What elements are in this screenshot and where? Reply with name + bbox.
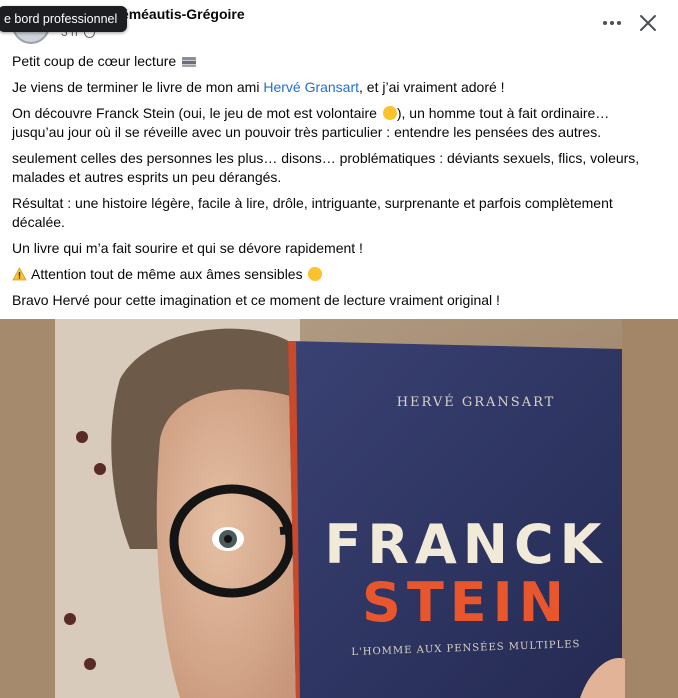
close-icon[interactable] (636, 12, 660, 34)
post-text: Petit coup de cœur lecture Je viens de t… (12, 52, 662, 317)
books-emoji (182, 57, 197, 67)
post-line: Attention tout de même aux âmes sensible… (12, 265, 662, 284)
wink-emoji (382, 106, 397, 120)
warning-emoji (12, 267, 27, 281)
tooltip: e bord professionnel (0, 6, 128, 32)
post-line: Je viens de terminer le livre de mon ami… (12, 79, 505, 95)
post-line: seulement celles des personnes les plus…… (12, 150, 640, 185)
more-options-icon[interactable] (600, 12, 624, 34)
facebook-post: Amélie Déméautis-Grégoire 3 h e bord pro… (0, 0, 678, 698)
post-line: Résultat : une histoire légère, facile à… (12, 195, 613, 230)
post-line: Bravo Hervé pour cette imagination et ce… (12, 292, 500, 308)
book-title-line2: STEIN (362, 571, 570, 634)
post-line: Un livre qui m’a fait sourire et qui se … (12, 240, 363, 256)
book-author: HERVÉ GRANSART (397, 394, 556, 410)
post-photo[interactable]: HERVÉ GRANSART FRANCK STEIN L'HOMME AUX … (0, 319, 678, 698)
post-line: Petit coup de cœur lecture (12, 52, 662, 71)
book-title-line1: FRANCK (325, 513, 608, 576)
post-line: On découvre Franck Stein (oui, le jeu de… (12, 105, 610, 140)
mention-link[interactable]: Hervé Gransart (263, 79, 359, 95)
wink-emoji (308, 267, 323, 281)
